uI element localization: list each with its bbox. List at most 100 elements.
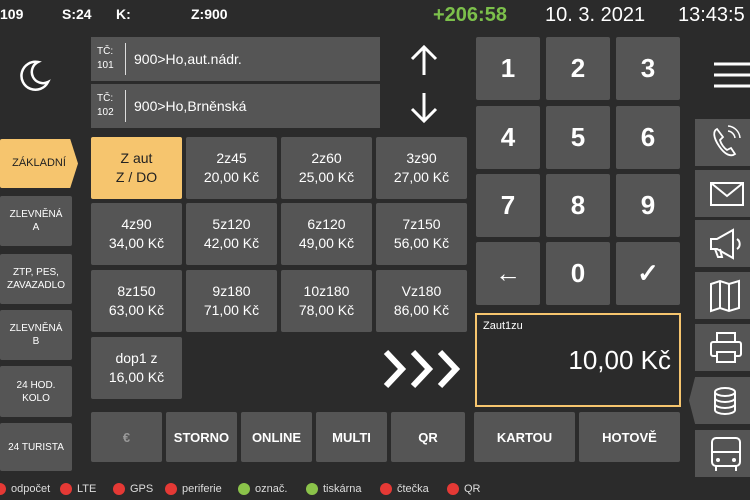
tariff-button[interactable]: 10z180 78,00 Kč bbox=[281, 270, 372, 332]
stop-tc-number: 102 bbox=[97, 107, 114, 118]
stop-row-1[interactable]: TČ: 101 900>Ho,aut.nádr. bbox=[91, 37, 380, 81]
map-icon[interactable] bbox=[695, 272, 750, 319]
chevrons-right-icon[interactable] bbox=[380, 346, 470, 392]
status-dot bbox=[165, 483, 177, 495]
status-item: odpočet bbox=[0, 483, 50, 495]
tariff-name: 2z45 bbox=[216, 150, 247, 166]
status-label: tiskárna bbox=[323, 483, 362, 495]
tariff-button[interactable]: 3z90 27,00 Kč bbox=[376, 137, 467, 199]
stop-row-2[interactable]: TČ: 102 900>Ho,Brněnská bbox=[91, 84, 380, 128]
tariff-button[interactable]: 4z90 34,00 Kč bbox=[91, 203, 182, 265]
stop-name: 900>Ho,aut.nádr. bbox=[134, 51, 242, 67]
divider bbox=[125, 43, 126, 75]
stop-tc-label: TČ: bbox=[97, 93, 114, 104]
status-dot bbox=[447, 483, 459, 495]
amount-value: 10,00 Kč bbox=[568, 345, 671, 375]
moon-icon[interactable] bbox=[18, 58, 52, 92]
tab-sublabel: KOLO bbox=[22, 392, 50, 404]
tab-label: ZTP, PES, bbox=[13, 267, 59, 278]
tariff-button[interactable]: dop1 z 16,00 Kč bbox=[91, 337, 182, 399]
tariff-button[interactable]: Vz180 86,00 Kč bbox=[376, 270, 467, 332]
key-3[interactable]: 3 bbox=[616, 37, 680, 100]
tab-zlevnena-a[interactable]: ZLEVNĚNÁ A bbox=[0, 196, 72, 246]
status-dot bbox=[60, 483, 72, 495]
status-item: QR bbox=[447, 483, 481, 495]
key-5[interactable]: 5 bbox=[546, 106, 610, 169]
tariff-button[interactable]: 2z45 20,00 Kč bbox=[186, 137, 277, 199]
key-confirm[interactable]: ✓ bbox=[616, 242, 680, 305]
k-label: K: bbox=[116, 6, 131, 22]
multi-button[interactable]: MULTI bbox=[316, 412, 387, 462]
status-label: periferie bbox=[182, 483, 222, 495]
tariff-name: 4z90 bbox=[121, 216, 152, 232]
key-9[interactable]: 9 bbox=[616, 174, 680, 237]
tariff-button[interactable]: 7z150 56,00 Kč bbox=[376, 203, 467, 265]
amount-display: Zaut1zu 10,00 Kč bbox=[475, 313, 681, 407]
coins-icon[interactable] bbox=[689, 377, 750, 424]
qr-button[interactable]: QR bbox=[391, 412, 465, 462]
key-0[interactable]: 0 bbox=[546, 242, 610, 305]
tariff-button[interactable]: 6z120 49,00 Kč bbox=[281, 203, 372, 265]
pay-card-button[interactable]: KARTOU bbox=[474, 412, 575, 462]
tariff-price: 71,00 Kč bbox=[203, 302, 260, 318]
status-dot bbox=[380, 483, 392, 495]
tariff-price: 86,00 Kč bbox=[393, 302, 450, 318]
pay-cash-button[interactable]: HOTOVĚ bbox=[579, 412, 680, 462]
tariff-price: 27,00 Kč bbox=[393, 169, 450, 185]
tab-24-hod-kolo[interactable]: 24 HOD. KOLO bbox=[0, 366, 72, 417]
tariff-button[interactable]: 5z120 42,00 Kč bbox=[186, 203, 277, 265]
key-8[interactable]: 8 bbox=[546, 174, 610, 237]
arrow-down-icon[interactable] bbox=[408, 90, 440, 124]
megaphone-icon[interactable] bbox=[695, 220, 750, 267]
tariff-price: 78,00 Kč bbox=[298, 302, 355, 318]
tariff-button[interactable]: 8z150 63,00 Kč bbox=[91, 270, 182, 332]
status-item: čtečka bbox=[380, 483, 429, 495]
tab-24-turista[interactable]: 24 TURISTA bbox=[0, 423, 72, 471]
status-dot bbox=[113, 483, 125, 495]
menu-icon[interactable] bbox=[712, 60, 750, 90]
phone-icon[interactable] bbox=[695, 119, 750, 166]
tab-ztp-pes-zavazadlo[interactable]: ZTP, PES, ZAVAZADLO bbox=[0, 254, 72, 304]
tariff-button[interactable]: 2z60 25,00 Kč bbox=[281, 137, 372, 199]
tariff-name: 7z150 bbox=[402, 216, 441, 232]
printer-icon[interactable] bbox=[695, 324, 750, 371]
status-label: odpočet bbox=[11, 483, 51, 495]
tab-zakladni[interactable]: ZÁKLADNÍ bbox=[0, 139, 78, 188]
status-label: čtečka bbox=[397, 483, 429, 495]
bus-icon[interactable] bbox=[695, 430, 750, 477]
tariff-price: 42,00 Kč bbox=[203, 235, 260, 251]
storno-button[interactable]: STORNO bbox=[166, 412, 237, 462]
status-item: tiskárna bbox=[306, 483, 362, 495]
status-dot bbox=[0, 483, 6, 495]
tab-label: ZÁKLADNÍ bbox=[12, 157, 66, 169]
seat-count: S:24 bbox=[62, 6, 92, 22]
status-dot bbox=[238, 483, 250, 495]
key-backspace[interactable]: ← bbox=[476, 242, 540, 305]
key-7[interactable]: 7 bbox=[476, 174, 540, 237]
euro-button[interactable]: € bbox=[91, 412, 162, 462]
tariff-name: 6z120 bbox=[307, 216, 346, 232]
tariff-price: 20,00 Kč bbox=[203, 169, 260, 185]
stop-name: 900>Ho,Brněnská bbox=[134, 98, 247, 114]
tariff-price: Z / DO bbox=[115, 169, 158, 185]
tariff-price: 34,00 Kč bbox=[108, 235, 165, 251]
tariff-name: 2z60 bbox=[311, 150, 342, 166]
online-button[interactable]: ONLINE bbox=[241, 412, 312, 462]
amount-label: Zaut1zu bbox=[483, 320, 523, 332]
key-4[interactable]: 4 bbox=[476, 106, 540, 169]
arrow-up-icon[interactable] bbox=[408, 44, 440, 78]
status-item: označ. bbox=[238, 483, 287, 495]
clock: 13:43:5 bbox=[678, 4, 745, 26]
status-item: LTE bbox=[60, 483, 96, 495]
mail-icon[interactable] bbox=[695, 170, 750, 217]
tariff-button[interactable]: 9z180 71,00 Kč bbox=[186, 270, 277, 332]
key-2[interactable]: 2 bbox=[546, 37, 610, 100]
tariff-name: 9z180 bbox=[212, 283, 251, 299]
key-1[interactable]: 1 bbox=[476, 37, 540, 100]
status-item: GPS bbox=[113, 483, 153, 495]
status-bar: odpočet LTE GPS periferie označ. tiskárn… bbox=[0, 483, 750, 500]
tariff-name: dop1 z bbox=[115, 350, 158, 366]
tab-zlevnena-b[interactable]: ZLEVNĚNÁ B bbox=[0, 310, 72, 360]
tariff-button[interactable]: Z aut Z / DO bbox=[91, 137, 182, 199]
key-6[interactable]: 6 bbox=[616, 106, 680, 169]
